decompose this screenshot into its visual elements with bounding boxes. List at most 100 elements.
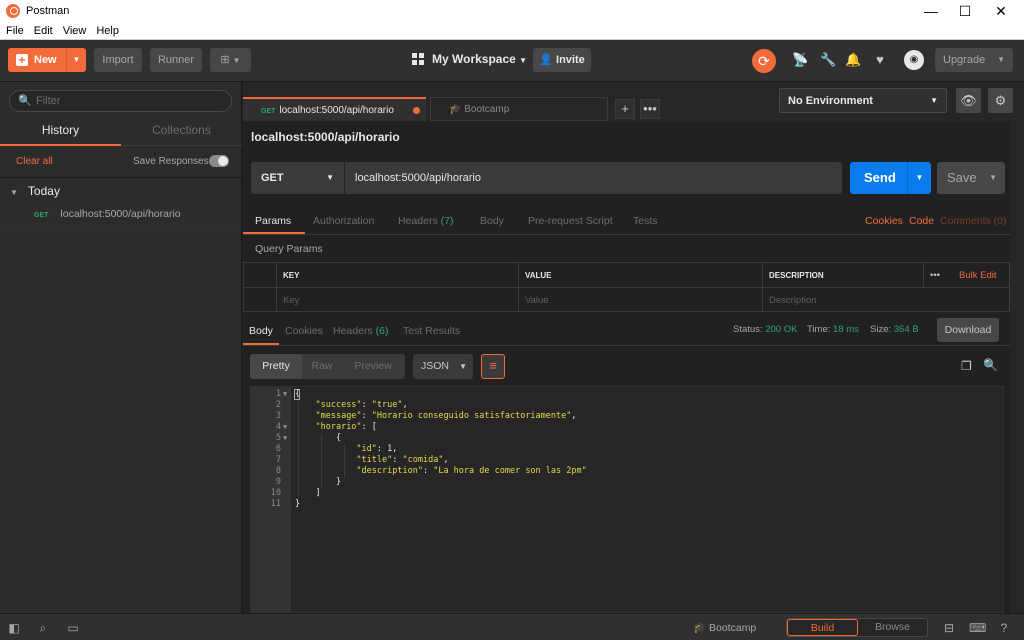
fold-arrow-icon[interactable]: ▼ <box>283 423 287 431</box>
browse-button[interactable]: Browse <box>858 619 927 636</box>
console-icon[interactable]: ▭ <box>65 620 81 636</box>
language-select[interactable]: JSON ▼ <box>413 354 473 379</box>
status-readout: Status: 200 OK <box>733 324 797 335</box>
code-link[interactable]: Code <box>909 215 934 227</box>
value-input[interactable]: Value <box>519 288 763 313</box>
send-dropdown-caret[interactable]: ▼ <box>907 162 931 194</box>
code-line: "message": "Horario conseguido satisfact… <box>315 411 577 421</box>
fold-arrow-icon[interactable]: ▼ <box>283 434 287 442</box>
json-value: "Horario conseguido satisfactoriamente" <box>371 411 572 421</box>
history-item[interactable]: GET localhost:5000/api/horario <box>0 204 241 226</box>
invite-button[interactable]: 👤 Invite <box>533 48 591 72</box>
comments-link[interactable]: Comments (0) <box>940 215 1007 227</box>
menu-file[interactable]: File <box>6 25 24 37</box>
bell-icon[interactable]: 🔔 <box>845 52 861 68</box>
language-label: JSON <box>421 360 450 372</box>
tab-headers[interactable]: Headers (7) <box>398 215 453 227</box>
history-url: localhost:5000/api/horario <box>60 208 181 220</box>
help-icon[interactable]: ? <box>996 620 1012 636</box>
menu-help[interactable]: Help <box>96 25 119 37</box>
tab-history[interactable]: History <box>0 120 121 146</box>
eye-icon[interactable]: 👁 <box>956 88 981 113</box>
raw-button[interactable]: Raw <box>302 354 342 379</box>
tab-params[interactable]: Params <box>255 215 291 227</box>
tab-request[interactable]: GET localhost:5000/api/horario <box>243 97 426 121</box>
key-input[interactable]: Key <box>277 288 519 313</box>
method-select[interactable]: GET ▼ <box>251 162 344 194</box>
preview-button[interactable]: Preview <box>344 354 402 379</box>
sync-icon[interactable]: ⟳ <box>752 49 776 73</box>
bootcamp-link[interactable]: 🎓 Bootcamp <box>693 621 756 634</box>
wrench-icon[interactable]: 🔧 <box>820 52 836 68</box>
minimize-button[interactable]: — <box>914 0 948 22</box>
tab-response-headers[interactable]: Headers (6) <box>333 325 388 337</box>
more-tabs-button[interactable]: ••• <box>640 99 660 119</box>
upgrade-label: Upgrade <box>943 54 986 66</box>
description-input[interactable]: Description <box>763 288 1009 313</box>
bulk-edit-link[interactable]: Bulk Edit <box>953 263 1009 288</box>
runner-button[interactable]: Runner <box>150 48 202 72</box>
plus-icon: + <box>16 54 28 66</box>
heart-icon[interactable]: ♥ <box>872 52 888 68</box>
satellite-icon[interactable]: 📡 <box>792 52 808 68</box>
tab-test-results[interactable]: Test Results <box>403 325 460 337</box>
response-code-editor[interactable]: 1 2 3 4 5 6 7 8 9 10 11 ▼ ▼ ▼ { "success… <box>250 386 1004 613</box>
row-checkbox[interactable] <box>244 288 277 313</box>
search-icon[interactable]: 🔍 <box>983 358 998 372</box>
download-button[interactable]: Download <box>937 318 999 342</box>
tab-authorization[interactable]: Authorization <box>313 215 374 227</box>
chevron-down-icon: ▼ <box>326 173 334 182</box>
close-button[interactable]: ✕ <box>984 0 1018 22</box>
tab-bootcamp[interactable]: 🎓 Bootcamp <box>430 97 608 121</box>
tab-response-body[interactable]: Body <box>249 325 273 337</box>
sidebar-toggle-icon[interactable]: ◧ <box>6 620 22 636</box>
menu-edit[interactable]: Edit <box>34 25 53 37</box>
new-dropdown-caret[interactable]: ▼ <box>66 48 86 72</box>
cookies-link[interactable]: Cookies <box>865 215 903 227</box>
environment-select[interactable]: No Environment ▼ <box>779 88 947 113</box>
menu-bar: File Edit View Help <box>0 22 1024 40</box>
line-number: 10 <box>270 488 281 498</box>
fold-arrow-icon[interactable]: ▼ <box>283 390 287 398</box>
save-responses-toggle[interactable] <box>209 155 229 167</box>
send-button[interactable]: Send ▼ <box>850 162 931 194</box>
import-button[interactable]: Import <box>94 48 142 72</box>
clear-all-link[interactable]: Clear all <box>16 156 53 167</box>
chevron-down-icon: ▼ <box>459 362 467 371</box>
new-button-label: New <box>34 54 57 66</box>
maximize-button[interactable]: ☐ <box>948 0 982 22</box>
tab-collections[interactable]: Collections <box>121 120 242 146</box>
save-button[interactable]: Save ▼ <box>937 162 1005 194</box>
code-line: ] <box>295 488 321 498</box>
copy-icon[interactable]: ❐ <box>961 359 972 373</box>
filter-input[interactable]: 🔍 Filter <box>9 90 232 112</box>
wrap-lines-icon[interactable]: ≡ <box>481 354 505 379</box>
new-tab-button[interactable]: + <box>615 99 635 119</box>
new-button[interactable]: + New ▼ <box>8 48 86 72</box>
upgrade-button[interactable]: Upgrade ▼ <box>935 48 1013 72</box>
json-value: "La hora de comer son las 2pm" <box>433 466 587 476</box>
url-input[interactable]: localhost:5000/api/horario <box>345 162 842 194</box>
menu-view[interactable]: View <box>63 25 87 37</box>
keyboard-icon[interactable]: ⌨ <box>969 620 986 636</box>
new-window-button[interactable]: ⊞ ▼ <box>210 48 251 72</box>
find-replace-icon[interactable]: ⌕ <box>35 620 51 636</box>
method-badge: GET <box>261 108 276 115</box>
json-value: "comida" <box>402 455 444 465</box>
workspace-selector[interactable]: My Workspace ▼ <box>412 52 527 66</box>
gear-icon[interactable]: ⚙ <box>988 88 1013 113</box>
two-pane-icon[interactable]: ⊟ <box>941 620 957 636</box>
avatar[interactable]: ◉ <box>904 50 924 70</box>
tab-body[interactable]: Body <box>480 215 504 227</box>
json-value: "true" <box>371 400 403 410</box>
tab-response-cookies[interactable]: Cookies <box>285 325 323 337</box>
tab-pre-request-script[interactable]: Pre-request Script <box>528 215 613 227</box>
environment-label: No Environment <box>788 95 873 107</box>
brace: { <box>295 389 301 399</box>
tab-tests[interactable]: Tests <box>633 215 658 227</box>
build-button[interactable]: Build <box>787 619 858 636</box>
pretty-button[interactable]: Pretty <box>250 354 302 379</box>
more-options-icon[interactable]: ••• <box>923 263 953 288</box>
scrollbar[interactable] <box>1010 122 1024 613</box>
history-group-today[interactable]: ▼ Today <box>10 184 60 198</box>
